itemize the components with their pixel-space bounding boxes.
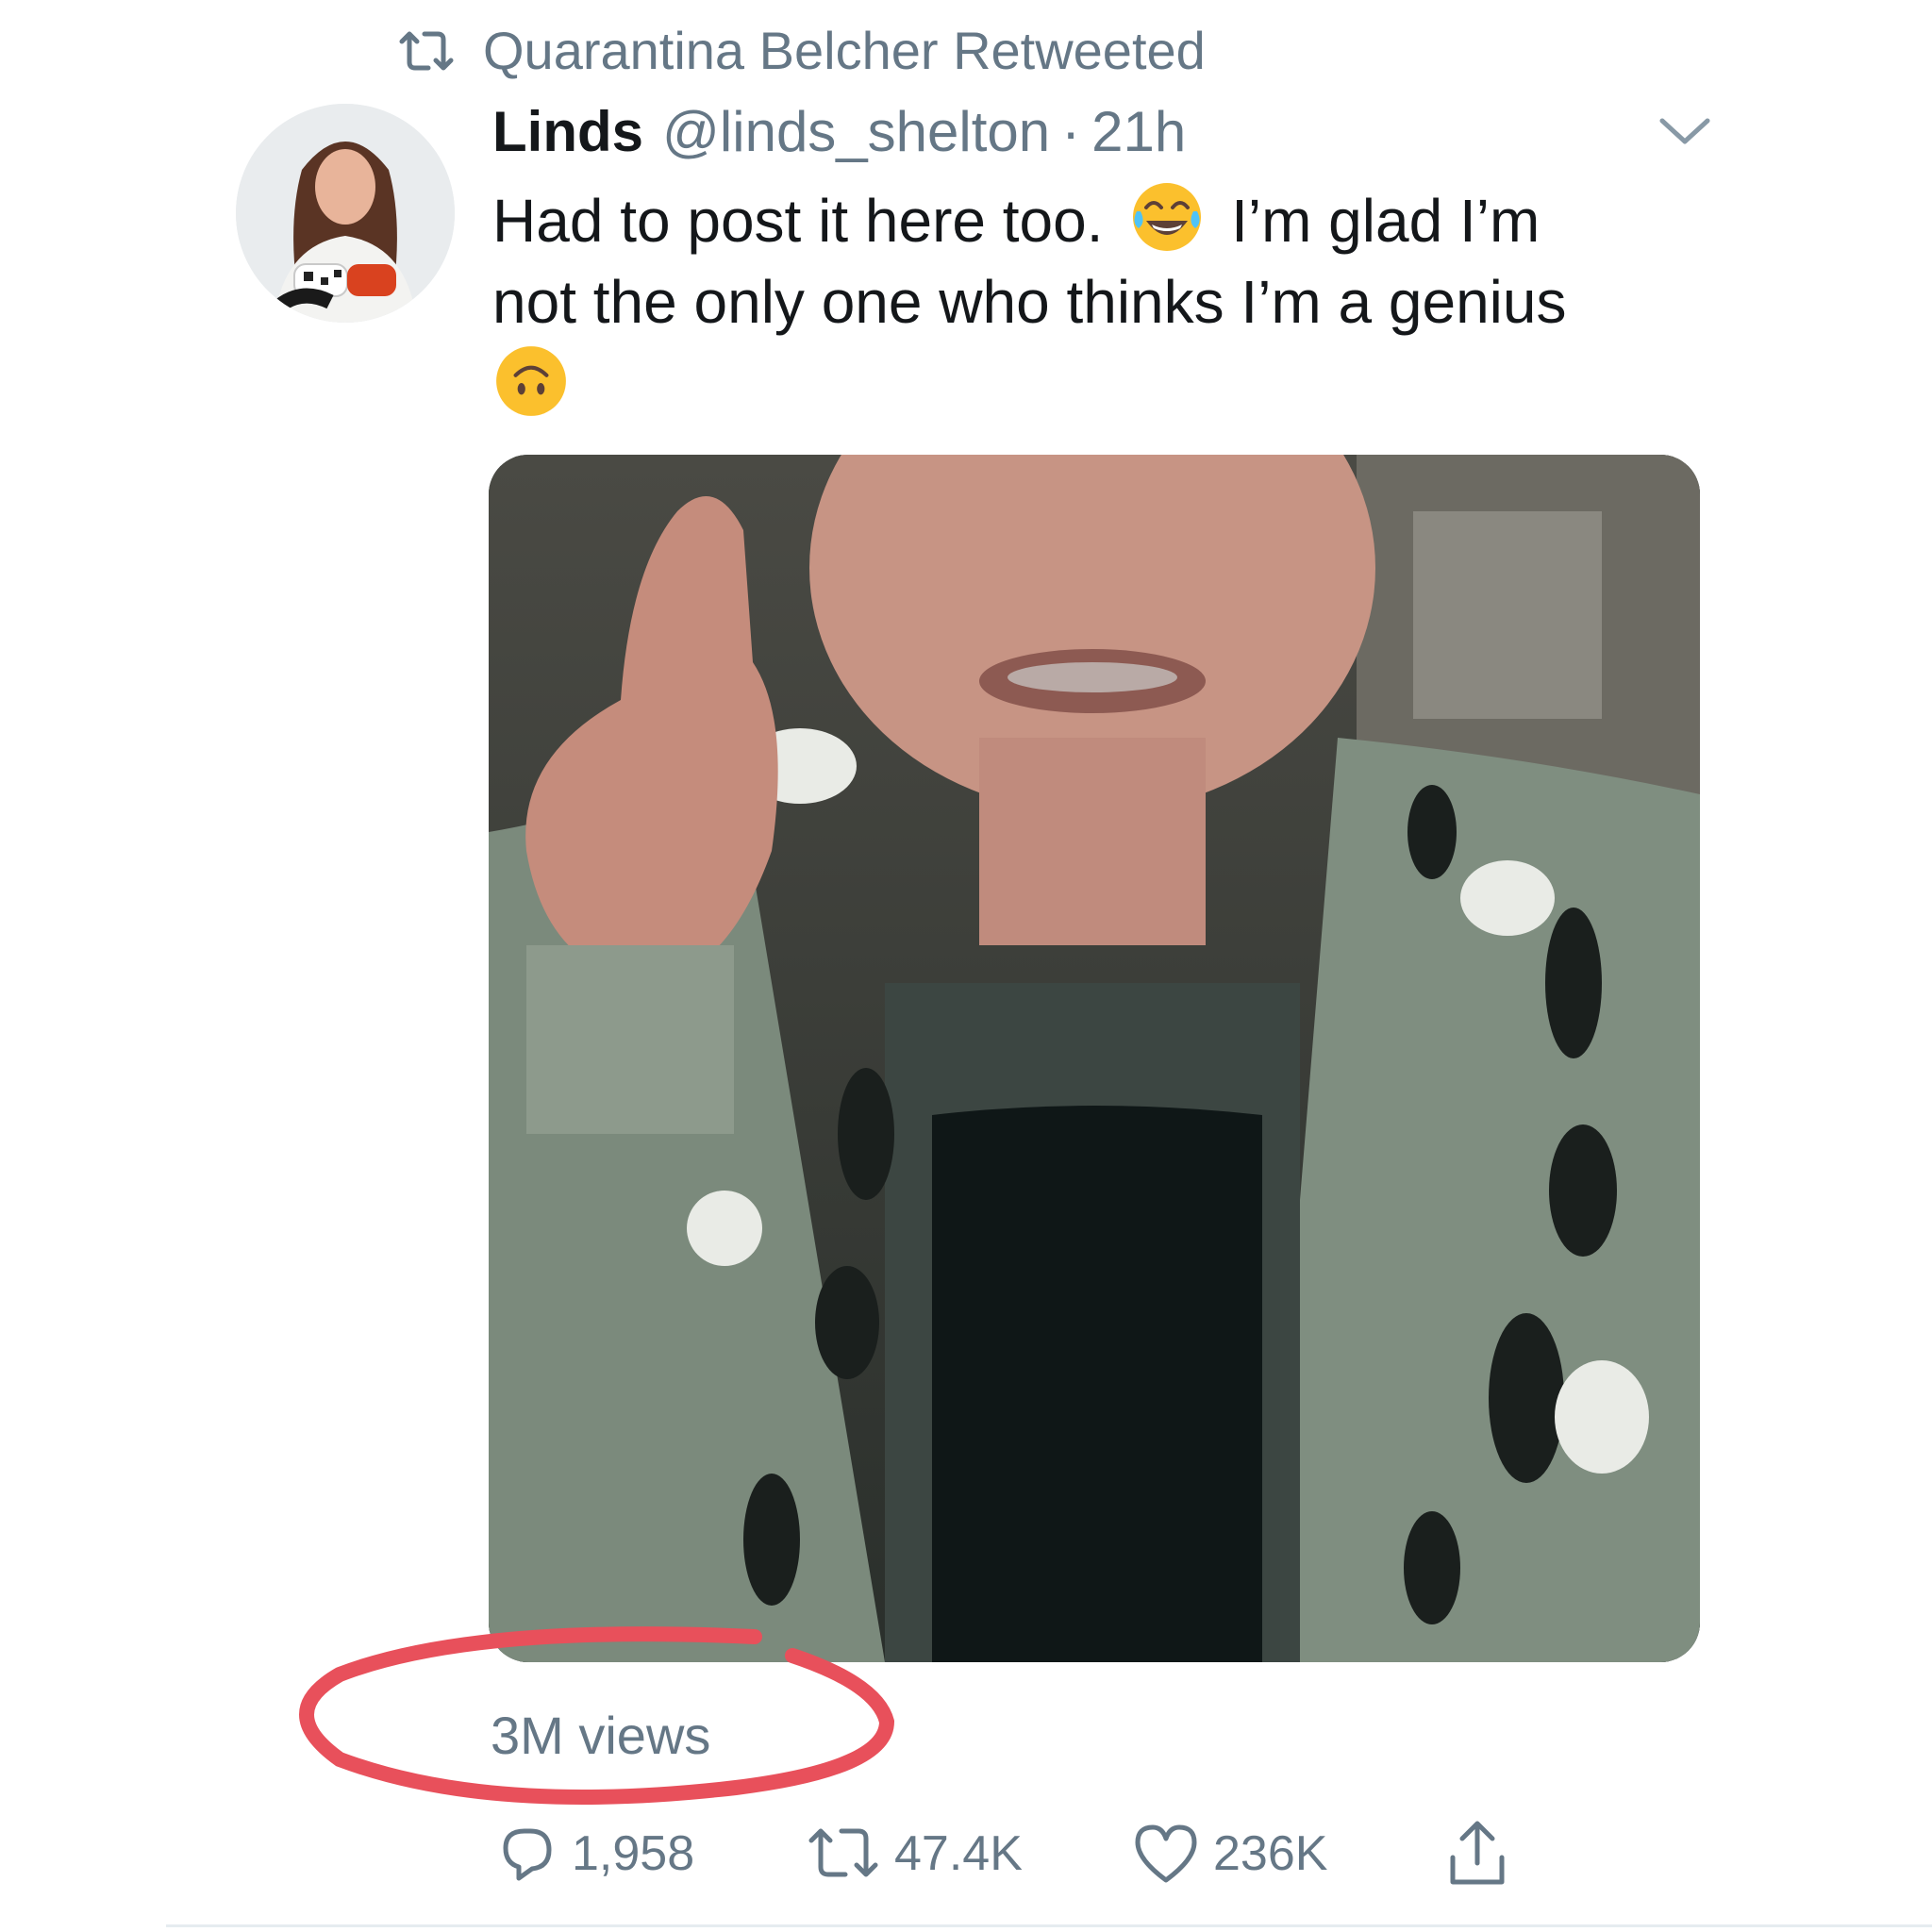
- reply-button[interactable]: 1,958: [492, 1816, 694, 1891]
- tweet-actions: 1,958 47.4K 236K: [0, 1816, 1932, 1910]
- video-player[interactable]: [489, 455, 1700, 1662]
- face-with-tears-of-joy-icon: [1133, 183, 1202, 251]
- author-handle[interactable]: @linds_shelton: [662, 98, 1050, 166]
- tweet-header: Linds @linds_shelton · 21h: [492, 98, 1186, 166]
- like-count: 236K: [1213, 1826, 1328, 1881]
- retweet-icon: [808, 1828, 878, 1877]
- video-thumbnail: [489, 455, 1700, 1662]
- like-button[interactable]: 236K: [1130, 1816, 1327, 1891]
- tweet-text: Had to post it here too. I’m glad I’m no…: [492, 179, 1719, 426]
- tweet-timestamp[interactable]: 21h: [1091, 98, 1186, 166]
- heart-icon: [1135, 1824, 1197, 1883]
- tweet-text-line-1: Had to post it here too. I’m glad I’m: [492, 179, 1719, 261]
- upside-down-face-icon: [496, 346, 566, 416]
- retweet-context: Quarantina Belcher Retweeted: [396, 21, 1206, 81]
- chevron-down-icon[interactable]: [1657, 113, 1713, 151]
- header-separator: ·: [1061, 100, 1081, 163]
- author-name[interactable]: Linds: [492, 98, 643, 166]
- tweet-text-line-2: not the only one who thinks I’m a genius: [492, 268, 1567, 336]
- view-count: 3M views: [491, 1706, 711, 1765]
- tweet-text-line-3: [492, 342, 1719, 426]
- reply-icon: [503, 1828, 552, 1881]
- avatar[interactable]: [236, 104, 455, 323]
- retweet-count: 47.4K: [894, 1826, 1023, 1881]
- reply-count: 1,958: [572, 1826, 695, 1881]
- retweet-button[interactable]: 47.4K: [804, 1816, 1023, 1891]
- retweet-icon: [399, 31, 454, 71]
- share-icon: [1450, 1821, 1505, 1885]
- divider: [166, 1924, 1932, 1927]
- share-button[interactable]: [1443, 1816, 1523, 1891]
- retweet-context-label: Quarantina Belcher Retweeted: [483, 21, 1206, 80]
